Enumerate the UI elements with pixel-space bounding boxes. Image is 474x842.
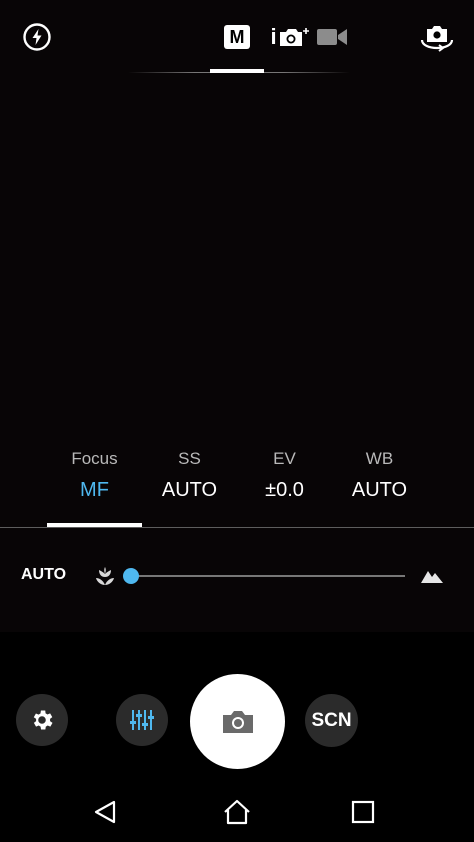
- macro-flower-icon: [96, 567, 114, 585]
- manual-params-bar: Focus MF SS AUTO EV ±0.0 WB AUTO: [47, 446, 427, 526]
- nav-home-button[interactable]: [221, 796, 253, 828]
- param-white-balance[interactable]: WB AUTO: [332, 446, 427, 526]
- home-icon: [224, 799, 250, 825]
- switch-camera-button[interactable]: [418, 20, 456, 54]
- mode-video-tab[interactable]: [316, 26, 348, 48]
- settings-button[interactable]: [16, 694, 68, 746]
- mode-iauto-label: i: [270, 24, 277, 49]
- focus-slider-track[interactable]: [128, 575, 405, 577]
- param-focus-value: MF: [80, 479, 109, 501]
- scene-mode-button[interactable]: SCN: [305, 694, 358, 747]
- param-wb-label: WB: [365, 449, 394, 468]
- switch-camera-icon: [420, 26, 454, 52]
- scene-mode-label: SCN: [311, 709, 352, 731]
- param-divider: [0, 527, 474, 528]
- focus-slider-thumb[interactable]: [123, 568, 139, 584]
- mode-manual-tab[interactable]: M: [223, 24, 251, 50]
- camera-viewfinder[interactable]: [0, 0, 474, 632]
- param-ss-value: AUTO: [161, 479, 218, 501]
- recents-square-icon: [351, 800, 375, 824]
- gear-icon: [33, 710, 53, 730]
- param-exposure[interactable]: EV ±0.0: [237, 446, 332, 526]
- camera-plus-icon: [279, 28, 309, 46]
- top-bar: M i: [0, 0, 474, 80]
- nav-back-button[interactable]: [89, 796, 121, 828]
- focus-auto-button[interactable]: AUTO: [21, 566, 66, 584]
- back-triangle-icon: [94, 800, 116, 824]
- shutter-button[interactable]: [190, 674, 285, 769]
- flash-auto-icon: [23, 23, 51, 51]
- mode-manual-label: M: [229, 27, 245, 47]
- param-ss-label: SS: [178, 449, 201, 468]
- param-ev-label: EV: [273, 449, 296, 468]
- focus-control-row: AUTO: [0, 556, 474, 596]
- param-ev-value: ±0.0: [265, 479, 304, 501]
- param-wb-value: AUTO: [351, 479, 408, 501]
- mountain-infinity-icon: [421, 571, 443, 583]
- sliders-icon: [130, 710, 154, 730]
- flash-mode-button[interactable]: [20, 20, 54, 54]
- camera-icon: [222, 710, 253, 733]
- video-camera-icon: [317, 29, 347, 45]
- param-shutter-speed[interactable]: SS AUTO: [142, 446, 237, 526]
- adjustments-button[interactable]: [116, 694, 168, 746]
- nav-recents-button[interactable]: [347, 796, 379, 828]
- param-focus-label: Focus: [71, 449, 118, 468]
- mode-selected-indicator: [210, 69, 264, 73]
- mode-intelligent-auto-tab[interactable]: i: [268, 24, 314, 50]
- param-focus[interactable]: Focus MF: [47, 446, 142, 526]
- system-navigation-bar: [0, 782, 474, 842]
